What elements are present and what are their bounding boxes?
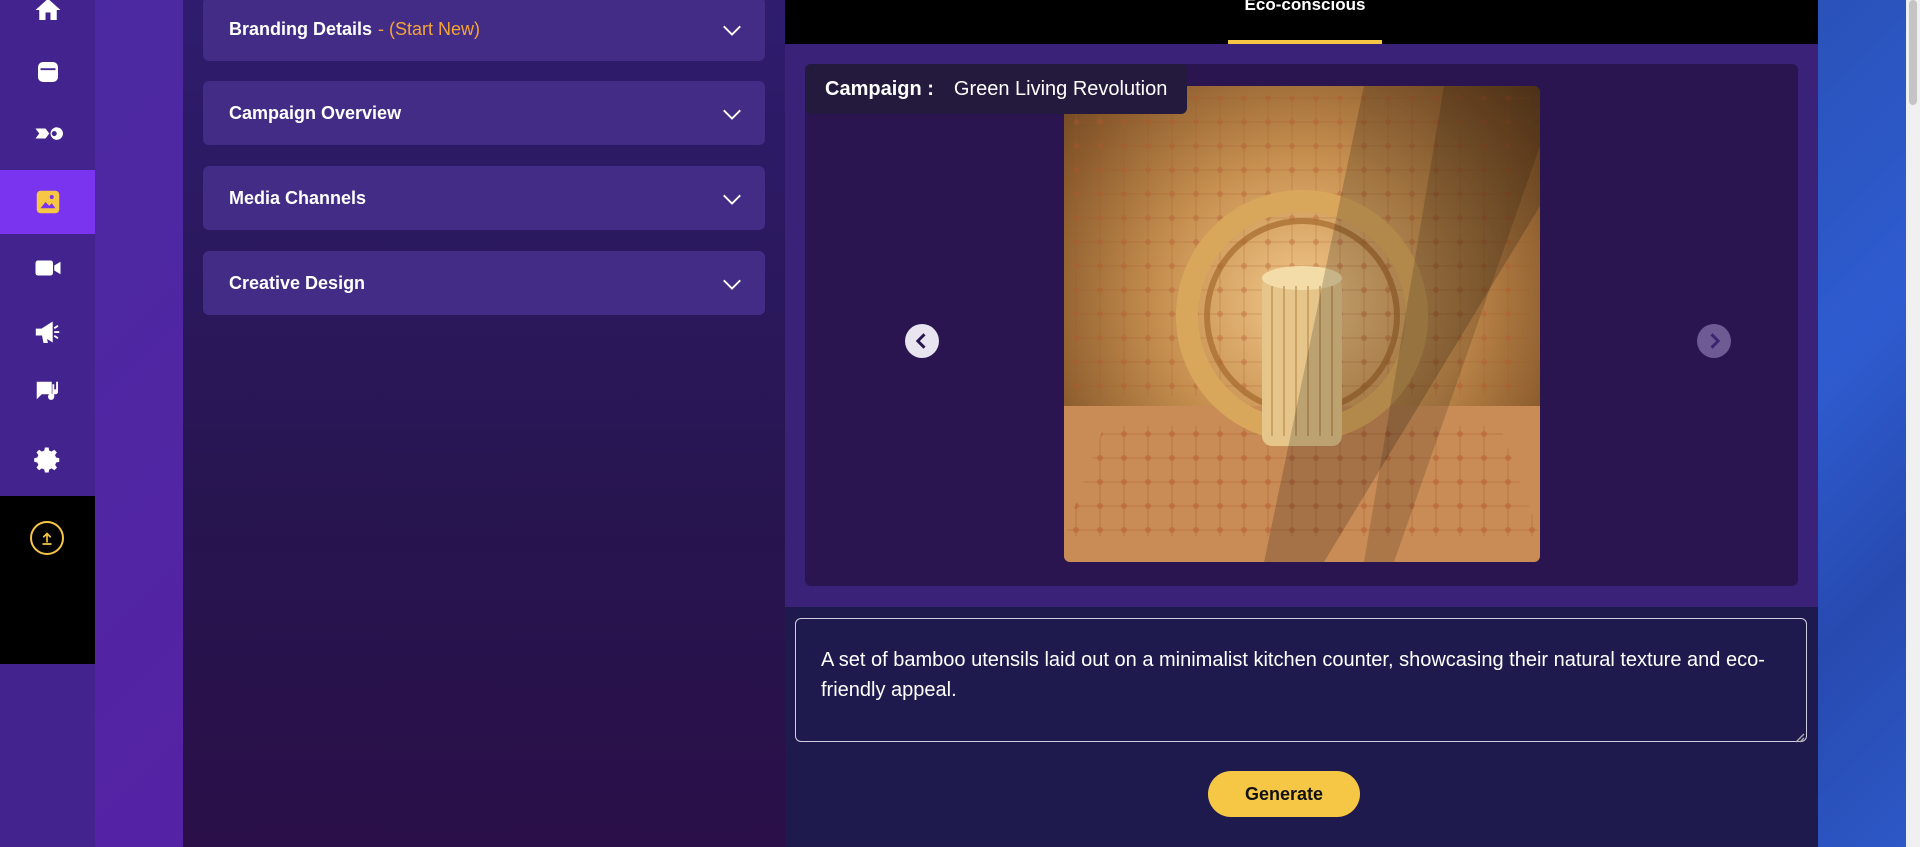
home-icon — [35, 0, 60, 20]
background-wallpaper — [1818, 0, 1906, 847]
generator-panel: Eco-conscious Campaign : Green Living Re… — [785, 0, 1818, 847]
accordion-title: Media Channels — [229, 187, 367, 208]
prompt-textarea[interactable]: A set of bamboo utensils laid out on a m… — [795, 618, 1807, 742]
chevron-down-icon — [721, 188, 743, 210]
campaign-label: Campaign : Green Living Revolution — [805, 64, 1188, 114]
megaphone-icon — [35, 321, 59, 343]
image-illustration — [1064, 86, 1540, 562]
accordion-subtitle: - (Start New) — [378, 18, 481, 39]
accordion-title: Creative Design — [229, 272, 366, 293]
accordion-creative-design[interactable]: Creative Design — [203, 251, 765, 315]
tab-eco-conscious[interactable]: Eco-conscious — [1228, 0, 1382, 44]
chevron-left-icon — [915, 333, 926, 349]
nav-home[interactable] — [0, 0, 95, 42]
campaign-key: Campaign : — [825, 77, 934, 100]
accordion-title: Branding Details — [229, 18, 373, 39]
chevron-down-icon — [721, 273, 743, 295]
video-icon — [35, 260, 60, 276]
upload-button[interactable] — [30, 521, 64, 555]
image-carousel: Campaign : Green Living Revolution — [805, 64, 1798, 586]
music-notes-icon — [36, 381, 58, 400]
nav-video[interactable] — [0, 236, 95, 300]
next-image-button[interactable] — [1697, 324, 1731, 358]
nav-audio[interactable] — [0, 361, 95, 425]
scrollbar-thumb[interactable] — [1909, 0, 1917, 105]
resize-handle-icon[interactable] — [1793, 728, 1805, 743]
accordion-campaign-overview[interactable]: Campaign Overview — [203, 81, 765, 145]
nav-images[interactable] — [0, 170, 95, 234]
accordion-branding-details[interactable]: Branding Details - (Start New) — [203, 0, 765, 61]
chevron-down-icon — [721, 103, 743, 125]
nav-ads[interactable] — [0, 300, 95, 364]
generate-button[interactable]: Generate — [1208, 771, 1360, 817]
chevron-down-icon — [721, 19, 743, 41]
generated-image[interactable] — [1064, 86, 1540, 562]
brief-panel: Branding Details - (Start New) Campaign … — [183, 0, 785, 847]
preview-section: Campaign : Green Living Revolution — [785, 44, 1818, 607]
calendar-icon — [37, 62, 58, 82]
page-scrollbar[interactable] — [1906, 0, 1920, 847]
previous-image-button[interactable] — [905, 324, 939, 358]
workflow-icon — [35, 127, 63, 140]
upload-icon — [42, 532, 52, 545]
campaign-name: Green Living Revolution — [953, 77, 1168, 100]
nav-workflow[interactable] — [0, 104, 95, 168]
accordion-media-channels[interactable]: Media Channels — [203, 166, 765, 230]
nav-settings[interactable] — [0, 428, 95, 492]
nav-calendar[interactable] — [0, 40, 95, 104]
chevron-right-icon — [1710, 333, 1721, 349]
tab-bar: Eco-conscious — [785, 0, 1818, 44]
image-icon — [36, 190, 59, 214]
gear-icon — [33, 447, 59, 473]
sidebar-nav — [0, 0, 95, 847]
accordion-title: Campaign Overview — [229, 102, 402, 123]
